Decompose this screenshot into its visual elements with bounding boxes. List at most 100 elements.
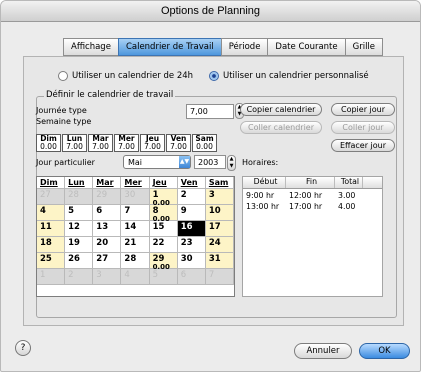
calendar-day-number: 7 [208,270,215,280]
month-select[interactable]: Mai ▲▼ [123,155,191,169]
calendar-day-cell[interactable]: 20 [93,237,122,253]
week-day-cell[interactable]: Sam 0.00 [192,134,217,152]
journee-type-label: Journée type [36,106,87,115]
calendar-day-number: 3 [96,270,102,280]
calendar-day-cell[interactable]: 9 [177,205,206,221]
calendar-week-row: 18 19 20 21 22 23 24 [37,237,234,253]
effacer-jour-button[interactable]: Effacer jour [331,139,395,152]
month-calendar: Dim Lun Mar Mer Jeu Ven Sam 27 28 29 30 1 0.00 2 3 4 5 6 7… [36,176,235,297]
week-day-cell[interactable]: Jeu 7.00 [140,134,165,152]
horaires-col-total[interactable]: Total [335,177,363,188]
tab-date-courante[interactable]: Date Courante [267,38,345,56]
horaires-col-debut[interactable]: Début [243,177,286,188]
calendar-day-cell[interactable]: 15 [149,221,178,237]
calendar-day-cell[interactable]: 21 [121,237,150,253]
calendar-day-number: 10 [208,206,221,216]
calendar-day-cell[interactable]: 17 [205,221,234,237]
calendar-day-cell[interactable]: 29 0.00 [149,253,178,271]
radio-custom[interactable]: Utiliser un calendrier personnalisé [209,71,369,81]
calendar-day-cell[interactable]: 30 [121,189,150,205]
year-stepper[interactable]: ▲ ▼ [227,155,236,171]
calendar-day-cell[interactable]: 1 [37,269,66,285]
week-day-cell[interactable]: Lun 7.00 [62,134,87,152]
week-day-cell[interactable]: Dim 0.00 [36,134,61,152]
tab-affichage[interactable]: Affichage [63,38,118,56]
chevron-down-icon: ▲▼ [179,156,190,168]
tab-calendrier-de-travail[interactable]: Calendrier de Travail [117,38,221,56]
calendar-day-cell[interactable]: 10 [205,205,234,221]
tab-grille[interactable]: Grille [344,38,384,56]
calendar-day-cell[interactable]: 19 [65,237,94,253]
journee-type-field[interactable]: 7,00 [186,104,234,119]
ok-button[interactable]: OK [359,343,410,359]
calendar-day-cell[interactable]: 23 [177,237,206,253]
year-field[interactable]: 2003 [194,155,226,169]
calendar-day-number: 1 [152,190,159,200]
coller-calendrier-button[interactable]: Coller calendrier [240,121,322,134]
calendar-day-cell[interactable]: 7 [205,269,234,285]
radio-24h[interactable]: Utiliser un calendrier de 24h [58,71,193,81]
calendar-day-cell[interactable]: 1 0.00 [149,189,178,207]
calendar-day-cell[interactable]: 8 0.00 [149,205,178,223]
calendar-day-number: 7 [124,206,131,216]
calendar-day-number: 25 [40,254,52,264]
week-day-hours: 7.00 [118,142,135,151]
calendar-day-cell[interactable]: 3 [93,269,122,285]
calendar-day-cell[interactable]: 2 [177,189,206,205]
table-row[interactable]: 13:00 hr 17:00 hr 4.00 [243,202,382,213]
calendar-day-cell[interactable]: 22 [149,237,178,253]
copier-calendrier-button[interactable]: Copier calendrier [240,103,322,116]
calendar-day-cell[interactable]: 3 [205,189,234,205]
week-day-cell[interactable]: Ven 7.00 [166,134,191,152]
calendar-day-number: 16 [180,222,193,232]
calendar-day-number: 21 [124,238,137,248]
calendar-day-cell[interactable]: 5 [149,269,178,285]
help-button[interactable]: ? [15,340,31,356]
calendar-day-cell[interactable]: 4 [37,205,66,221]
horaires-fin: 17:00 hr [289,202,323,211]
calendar-day-number: 24 [208,238,221,248]
calendar-day-number: 19 [68,238,80,248]
calendar-day-cell[interactable]: 6 [93,205,122,221]
copier-jour-button[interactable]: Copier jour [331,103,395,116]
radio-24h-button[interactable] [58,71,68,81]
week-day-cell[interactable]: Mar 7.00 [88,134,113,152]
calendar-day-cell[interactable]: 30 [177,253,206,269]
tab-periode[interactable]: Période [220,38,268,56]
calendar-day-cell[interactable]: 31 [205,253,234,269]
calendar-day-cell[interactable]: 6 [177,269,206,285]
calendar-day-cell[interactable]: 28 [121,253,150,269]
horaires-label: Horaires: [242,158,279,167]
calendar-day-cell[interactable]: 16 [177,221,206,237]
calendar-day-cell[interactable]: 27 [37,189,66,205]
semaine-type-row: Dim 0.00 Lun 7.00 Mar 7.00 Mer 7.00 Jeu 7.00 … [36,134,217,152]
calendar-day-cell[interactable]: 29 [93,189,122,205]
calendar-day-cell[interactable]: 18 [37,237,66,253]
calendar-day-cell[interactable]: 11 [37,221,66,237]
calendar-week-row: 11 12 13 14 15 16 17 [37,221,234,237]
calendar-day-number: 30 [124,190,136,200]
week-day-cell[interactable]: Mer 7.00 [114,134,139,152]
calendar-day-cell[interactable]: 12 [65,221,94,237]
calendar-day-cell[interactable]: 25 [37,253,66,269]
calendar-day-cell[interactable]: 27 [93,253,122,269]
calendar-day-cell[interactable]: 13 [93,221,122,237]
calendar-day-cell[interactable]: 24 [205,237,234,253]
calendar-day-cell[interactable]: 4 [121,269,150,285]
calendar-day-number: 1 [40,270,46,280]
table-row[interactable]: 9:00 hr 12:00 hr 3.00 [243,191,382,202]
annuler-button[interactable]: Annuler [294,343,352,359]
calendar-day-number: 11 [40,222,52,232]
radio-custom-button[interactable] [209,71,219,81]
calendar-day-cell[interactable]: 14 [121,221,150,237]
title-bar[interactable]: Options de Planning [1,1,420,22]
calendar-header-cell: Sam [205,177,234,189]
coller-jour-button[interactable]: Coller jour [331,121,395,134]
calendar-day-cell[interactable]: 5 [65,205,94,221]
calendar-day-cell[interactable]: 7 [121,205,150,221]
calendar-day-cell[interactable]: 26 [65,253,94,269]
calendar-day-cell[interactable]: 2 [65,269,94,285]
horaires-col-fin[interactable]: Fin [286,177,335,188]
calendar-day-number: 30 [180,254,193,264]
calendar-day-cell[interactable]: 28 [65,189,94,205]
